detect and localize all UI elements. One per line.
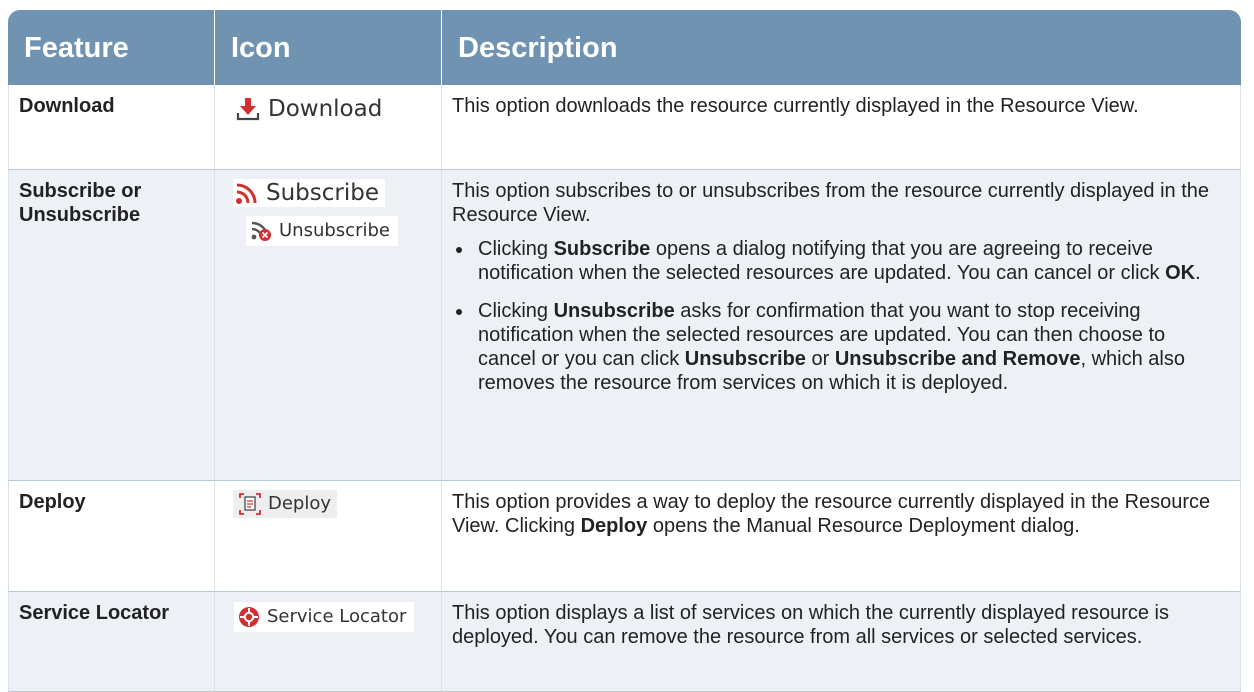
list-item: Clicking Subscribe opens a dialog notify… (474, 237, 1228, 285)
feature-name: Download (8, 85, 215, 170)
deploy-button[interactable]: Deploy (233, 490, 338, 518)
table-row: Download Download This option downloads … (8, 85, 1241, 170)
service-locator-icon (239, 607, 259, 627)
unsubscribe-label: Unsubscribe (279, 220, 390, 241)
feature-table: Feature Icon Description Download Downlo… (8, 10, 1241, 692)
download-icon (236, 98, 260, 121)
table-row: Deploy Deploy This option provides a way… (8, 481, 1241, 592)
header-icon: Icon (215, 10, 442, 85)
feature-name: Deploy (8, 481, 215, 592)
icon-cell: Deploy (215, 481, 442, 592)
download-button[interactable]: Download (233, 94, 389, 124)
deploy-icon (239, 493, 261, 515)
description: This option provides a way to deploy the… (442, 481, 1241, 592)
icon-cell: Subscribe Unsubscribe (215, 170, 442, 481)
rss-unsubscribe-icon (251, 221, 271, 241)
header-description: Description (442, 10, 1241, 85)
header-feature: Feature (8, 10, 215, 85)
description: This option downloads the resource curre… (442, 85, 1241, 170)
description-text: This option subscribes to or unsubscribe… (452, 180, 1210, 226)
deploy-label: Deploy (268, 493, 332, 514)
table-row: Subscribe or Unsubscribe Subscribe Unsub… (8, 170, 1241, 481)
icon-cell: Service Locator (215, 592, 442, 692)
page: Feature Icon Description Download Downlo… (0, 0, 1254, 692)
list-item: Clicking Unsubscribe asks for confirmati… (474, 299, 1228, 395)
subscribe-button[interactable]: Subscribe (233, 179, 386, 207)
description: This option displays a list of services … (442, 592, 1241, 692)
download-label: Download (268, 96, 383, 122)
service-locator-button[interactable]: Service Locator (233, 601, 416, 633)
feature-name: Service Locator (8, 592, 215, 692)
table-row: Service Locator Service Locator This opt… (8, 592, 1241, 692)
table-header-row: Feature Icon Description (8, 10, 1241, 85)
bullet-list: Clicking Subscribe opens a dialog notify… (452, 237, 1228, 395)
service-locator-label: Service Locator (267, 606, 407, 627)
icon-cell: Download (215, 85, 442, 170)
feature-name: Subscribe or Unsubscribe (8, 170, 215, 481)
unsubscribe-button[interactable]: Unsubscribe (245, 215, 399, 247)
subscribe-label: Subscribe (266, 180, 380, 206)
rss-subscribe-icon (236, 183, 257, 204)
description: This option subscribes to or unsubscribe… (442, 170, 1241, 481)
